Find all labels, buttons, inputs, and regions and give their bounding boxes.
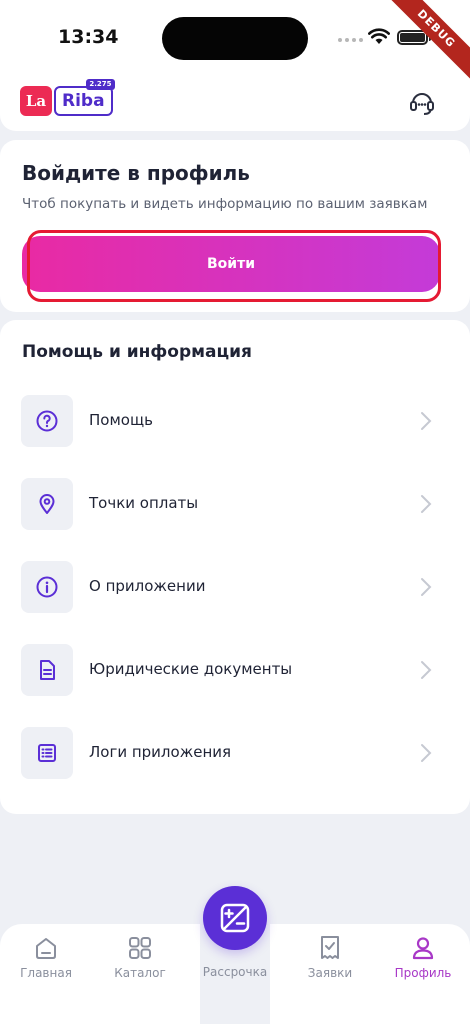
nav-label-installment: Рассрочка [202, 965, 268, 979]
info-circle-icon [36, 576, 58, 598]
help-section-title: Помощь и информация [22, 342, 252, 362]
app-logo: La Riba 2.275 [20, 79, 115, 116]
menu-item-help[interactable]: Помощь [0, 391, 470, 451]
app-version-badge: 2.275 [86, 79, 115, 90]
logo-mark: La [20, 86, 52, 116]
nav-item-orders[interactable]: Заявки [290, 934, 370, 980]
question-circle-icon [36, 410, 58, 432]
login-subtitle: Чтоб покупать и видеть информацию по ваш… [22, 196, 428, 212]
chevron-right-icon [421, 412, 432, 430]
nav-item-catalog[interactable]: Каталог [100, 934, 180, 980]
nav-label: Заявки [307, 966, 353, 980]
plus-minus-icon [220, 903, 250, 933]
receipt-icon [321, 936, 339, 959]
dynamic-island [162, 17, 308, 60]
menu-icon-box [21, 395, 73, 447]
status-time: 13:34 [58, 26, 119, 48]
map-pin-icon [39, 494, 55, 514]
menu-icon-box [21, 478, 73, 530]
menu-label: Юридические документы [89, 660, 293, 678]
menu-item-about-app[interactable]: О приложении [0, 557, 470, 617]
menu-item-payment-points[interactable]: Точки оплаты [0, 474, 470, 534]
login-card: Войдите в профиль Чтоб покупать и видеть… [0, 140, 470, 312]
app-header: La Riba 2.275 [0, 76, 470, 131]
menu-item-app-logs[interactable]: Логи приложения [0, 723, 470, 783]
document-icon [40, 660, 55, 680]
menu-label: О приложении [89, 577, 206, 595]
menu-item-legal-documents[interactable]: Юридические документы [0, 640, 470, 700]
menu-label: Логи приложения [89, 743, 232, 761]
menu-icon-box [21, 561, 73, 613]
menu-icon-box [21, 727, 73, 779]
nav-item-profile[interactable]: Профиль [383, 934, 463, 980]
chevron-right-icon [421, 744, 432, 762]
menu-label: Точки оплаты [89, 494, 199, 512]
nav-label: Каталог [114, 966, 166, 980]
home-icon [36, 938, 56, 959]
chevron-right-icon [421, 495, 432, 513]
menu-label: Помощь [89, 411, 153, 429]
logo-word-text: Riba [62, 91, 105, 111]
list-icon [38, 744, 56, 762]
nav-label: Главная [20, 966, 72, 980]
cellular-signal-icon [338, 38, 363, 42]
logo-word: Riba 2.275 [54, 79, 115, 116]
chevron-right-icon [421, 578, 432, 596]
nav-label: Профиль [394, 966, 452, 980]
grid-icon [129, 937, 151, 959]
user-icon [412, 937, 434, 960]
status-bar: 13:34 [0, 0, 470, 76]
chevron-right-icon [421, 661, 432, 679]
help-card: Помощь и информация Помощь Точки оплаты [0, 320, 470, 814]
headset-icon[interactable] [406, 87, 438, 119]
login-button[interactable]: Войти [22, 236, 440, 292]
nav-item-home[interactable]: Главная [6, 934, 86, 980]
nav-item-installment[interactable] [203, 886, 267, 950]
login-title: Войдите в профиль [22, 161, 250, 185]
menu-icon-box [21, 644, 73, 696]
wifi-icon [368, 28, 390, 44]
